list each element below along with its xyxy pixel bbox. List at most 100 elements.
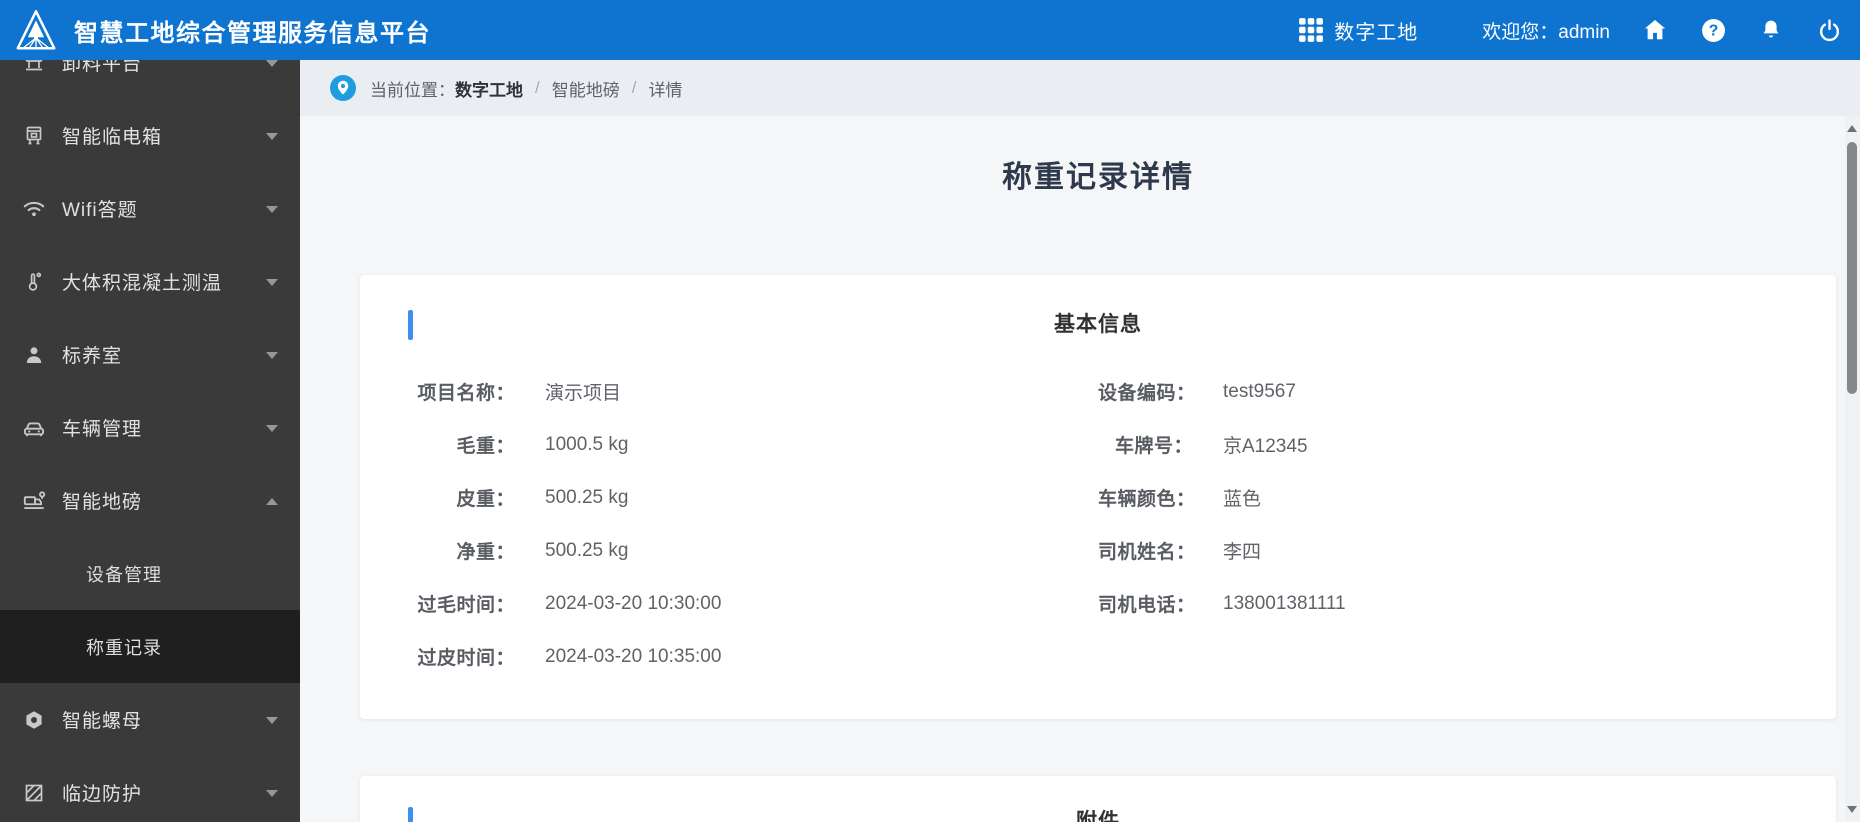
info-column-right: 设备编码： test9567 车牌号： 京A12345 车辆颜色： 蓝色 司机姓… (1098, 365, 1836, 683)
header-right: 数字工地 欢迎您：admin ? (1298, 16, 1842, 45)
bell-icon (1763, 20, 1779, 38)
scrollbar-thumb[interactable] (1847, 142, 1857, 394)
field-label: 皮重： (456, 489, 515, 510)
fence-icon (21, 780, 47, 806)
chevron-down-icon (266, 716, 278, 724)
section-header: 附件 (360, 806, 1836, 822)
sidebar-item-smart-nut[interactable]: 智能螺母 (0, 683, 300, 756)
field-label: 项目名称： (417, 383, 515, 404)
sidebar-item-weighbridge[interactable]: 智能地磅 (0, 464, 300, 537)
weighbridge-icon (21, 488, 47, 514)
vertical-scrollbar[interactable] (1845, 116, 1860, 822)
scrollbar-down-arrow-icon[interactable] (1847, 806, 1857, 813)
sidebar-item-label: 大体积混凝土测温 (62, 273, 223, 294)
sidebar-item-label: 智能螺母 (62, 711, 143, 732)
page-title: 称重记录详情 (1002, 161, 1194, 194)
chevron-up-icon (266, 497, 278, 505)
thermometer-icon (21, 269, 47, 295)
info-row-tare-time: 过皮时间： 2024-03-20 10:35:00 (360, 630, 1098, 683)
sidebar-item-wifi-quiz[interactable]: Wifi答题 (0, 172, 300, 245)
chevron-down-icon (266, 424, 278, 432)
field-label: 过皮时间： (417, 648, 515, 669)
field-label: 净重： (456, 542, 515, 563)
help-button[interactable]: ? (1700, 17, 1726, 43)
field-value: test9567 (1223, 380, 1296, 402)
welcome-label: 欢迎您： (1482, 21, 1559, 43)
basic-info-card: 基本信息 项目名称： 演示项目 毛重： 1000.5 kg 皮重： 500.25… (360, 275, 1836, 719)
sidebar-item-concrete-temperature[interactable]: 大体积混凝土测温 (0, 245, 300, 318)
accent-bar (408, 310, 413, 340)
field-label: 毛重： (456, 436, 515, 457)
field-label: 过毛时间： (417, 595, 515, 616)
sidebar-subitem-weighing-records[interactable]: 称重记录 (0, 610, 300, 683)
sidebar-item-label: Wifi答题 (62, 200, 138, 221)
breadcrumb-separator: / (631, 78, 637, 97)
section-header: 基本信息 (360, 309, 1836, 341)
sidebar-subitem-label: 设备管理 (86, 564, 162, 585)
info-grid: 项目名称： 演示项目 毛重： 1000.5 kg 皮重： 500.25 kg 净… (360, 365, 1836, 683)
sidebar-item-unloading-platform[interactable]: 卸料平台 (0, 60, 300, 99)
scrollbar-up-arrow-icon[interactable] (1847, 125, 1857, 132)
sidebar-item-label: 标养室 (62, 346, 123, 367)
info-row-plate-number: 车牌号： 京A12345 (1098, 418, 1836, 471)
attachments-card: 附件 (360, 776, 1836, 822)
breadcrumb-item-weighbridge[interactable]: 智能地磅 (552, 76, 620, 101)
chevron-down-icon (266, 60, 278, 67)
field-label: 车牌号： (1114, 436, 1193, 457)
field-value: 李四 (1223, 542, 1262, 563)
wifi-icon (21, 196, 47, 222)
field-value: 500.25 kg (545, 539, 629, 561)
breadcrumb-item-digital-site[interactable]: 数字工地 (455, 76, 523, 101)
field-value: 蓝色 (1223, 489, 1262, 510)
notifications-button[interactable] (1758, 17, 1784, 43)
chevron-down-icon (266, 132, 278, 140)
sidebar-item-label: 智能临电箱 (62, 127, 163, 148)
info-row-device-code: 设备编码： test9567 (1098, 365, 1836, 418)
field-value: 2024-03-20 10:35:00 (545, 645, 722, 667)
sidebar-item-vehicle-management[interactable]: 车辆管理 (0, 391, 300, 464)
info-row-driver-phone: 司机电话： 138001381111 (1098, 577, 1836, 630)
info-row-net-weight: 净重： 500.25 kg (360, 524, 1098, 577)
breadcrumb-item-detail: 详情 (648, 80, 683, 100)
sidebar-item-label: 智能地磅 (62, 492, 143, 513)
page-content: 称重记录详情 基本信息 项目名称： 演示项目 毛重： 1000.5 kg 皮重：… (300, 116, 1845, 822)
home-button[interactable] (1642, 17, 1668, 43)
portal-switcher[interactable]: 数字工地 (1298, 16, 1418, 45)
info-row-driver-name: 司机姓名： 李四 (1098, 524, 1836, 577)
power-box-icon (21, 123, 47, 149)
info-row-vehicle-color: 车辆颜色： 蓝色 (1098, 471, 1836, 524)
accent-bar (408, 807, 413, 822)
field-value: 2024-03-20 10:30:00 (545, 592, 722, 614)
section-title: 附件 (1076, 810, 1120, 822)
breadcrumb: 当前位置： 数字工地 / 智能地磅 / 详情 (300, 60, 1860, 116)
nut-icon (21, 707, 47, 733)
car-icon (21, 415, 47, 441)
info-row-project-name: 项目名称： 演示项目 (360, 365, 1098, 418)
logout-button[interactable] (1816, 17, 1842, 43)
chevron-down-icon (266, 278, 278, 286)
sidebar-item-power-box[interactable]: 智能临电箱 (0, 99, 300, 172)
info-row-gross-weight: 毛重： 1000.5 kg (360, 418, 1098, 471)
sidebar-item-label: 临边防护 (62, 784, 143, 805)
welcome-text: 欢迎您：admin (1482, 17, 1610, 44)
home-icon (1644, 20, 1666, 40)
help-icon: ? (1701, 18, 1725, 42)
field-label: 设备编码： (1098, 383, 1196, 404)
sidebar-menu: 卸料平台 智能临电箱 Wifi答题 大体积混凝土测温 标养室 车辆管理 智能地磅… (0, 60, 300, 822)
field-label: 司机电话： (1098, 595, 1196, 616)
sidebar-item-curing-room[interactable]: 标养室 (0, 318, 300, 391)
platform-icon (21, 60, 47, 76)
sidebar-subitem-device-management[interactable]: 设备管理 (0, 537, 300, 610)
field-value: 138001381111 (1223, 592, 1346, 614)
sidebar-item-label: 车辆管理 (62, 419, 143, 440)
chevron-down-icon (266, 351, 278, 359)
logo-icon (13, 7, 59, 53)
sidebar-item-label: 卸料平台 (62, 60, 143, 75)
username: admin (1558, 21, 1610, 43)
chevron-down-icon (266, 205, 278, 213)
field-label: 车辆颜色： (1098, 489, 1196, 510)
grid-icon (1299, 18, 1324, 42)
sidebar: 卸料平台 智能临电箱 Wifi答题 大体积混凝土测温 标养室 车辆管理 智能地磅… (0, 60, 300, 822)
sidebar-item-edge-protection[interactable]: 临边防护 (0, 756, 300, 822)
power-icon (1819, 18, 1839, 41)
